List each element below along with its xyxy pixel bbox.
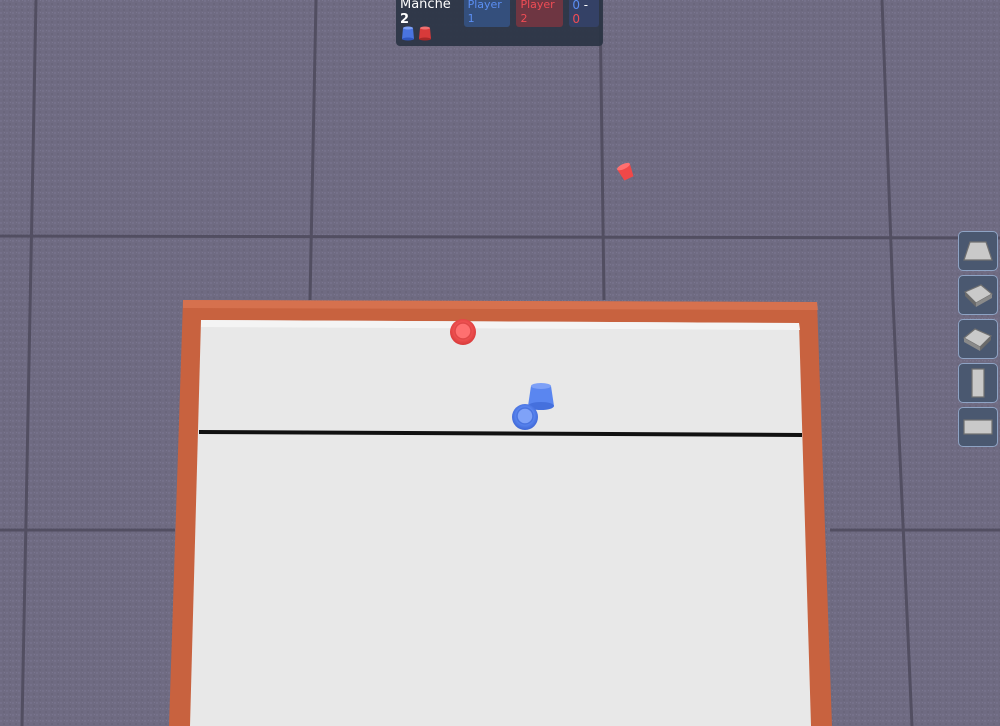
table-top-horizontal-button[interactable] [958, 407, 998, 447]
blue-cup[interactable] [512, 404, 538, 430]
player2-tag: Player 2 [516, 0, 564, 27]
table-iso-right-icon [962, 328, 993, 351]
table-surface [190, 320, 811, 726]
table-front-view-button[interactable] [958, 231, 998, 271]
table-top-vertical-icon [971, 368, 985, 398]
round-label: Manche 2 [400, 0, 451, 27]
table-top-vertical-button[interactable] [958, 363, 998, 403]
score-player1: 0 [572, 0, 580, 12]
table-iso-right-button[interactable] [958, 319, 998, 359]
score-separator: - [583, 0, 589, 12]
scoreboard-hud: Manche 2 Player 1 Player 2 0 - 0 [396, 0, 603, 46]
red-cup[interactable] [450, 319, 476, 345]
game-viewport [0, 0, 1000, 726]
score-player2: 0 [572, 12, 580, 26]
red-cup-icon [419, 26, 431, 41]
blue-cup-icon [402, 26, 414, 41]
table-iso-left-button[interactable] [958, 275, 998, 315]
blue-cup-standing[interactable] [528, 383, 554, 410]
table-iso-left-icon [963, 284, 994, 307]
camera-view-toolbar [958, 231, 1000, 451]
game-scene: Manche 2 Player 1 Player 2 0 - 0 [0, 0, 1000, 726]
table-top-horizontal-icon [963, 419, 993, 435]
score-display: 0 - 0 [569, 0, 600, 27]
table-front-view-icon [963, 241, 993, 261]
player1-tag: Player 1 [463, 0, 511, 27]
